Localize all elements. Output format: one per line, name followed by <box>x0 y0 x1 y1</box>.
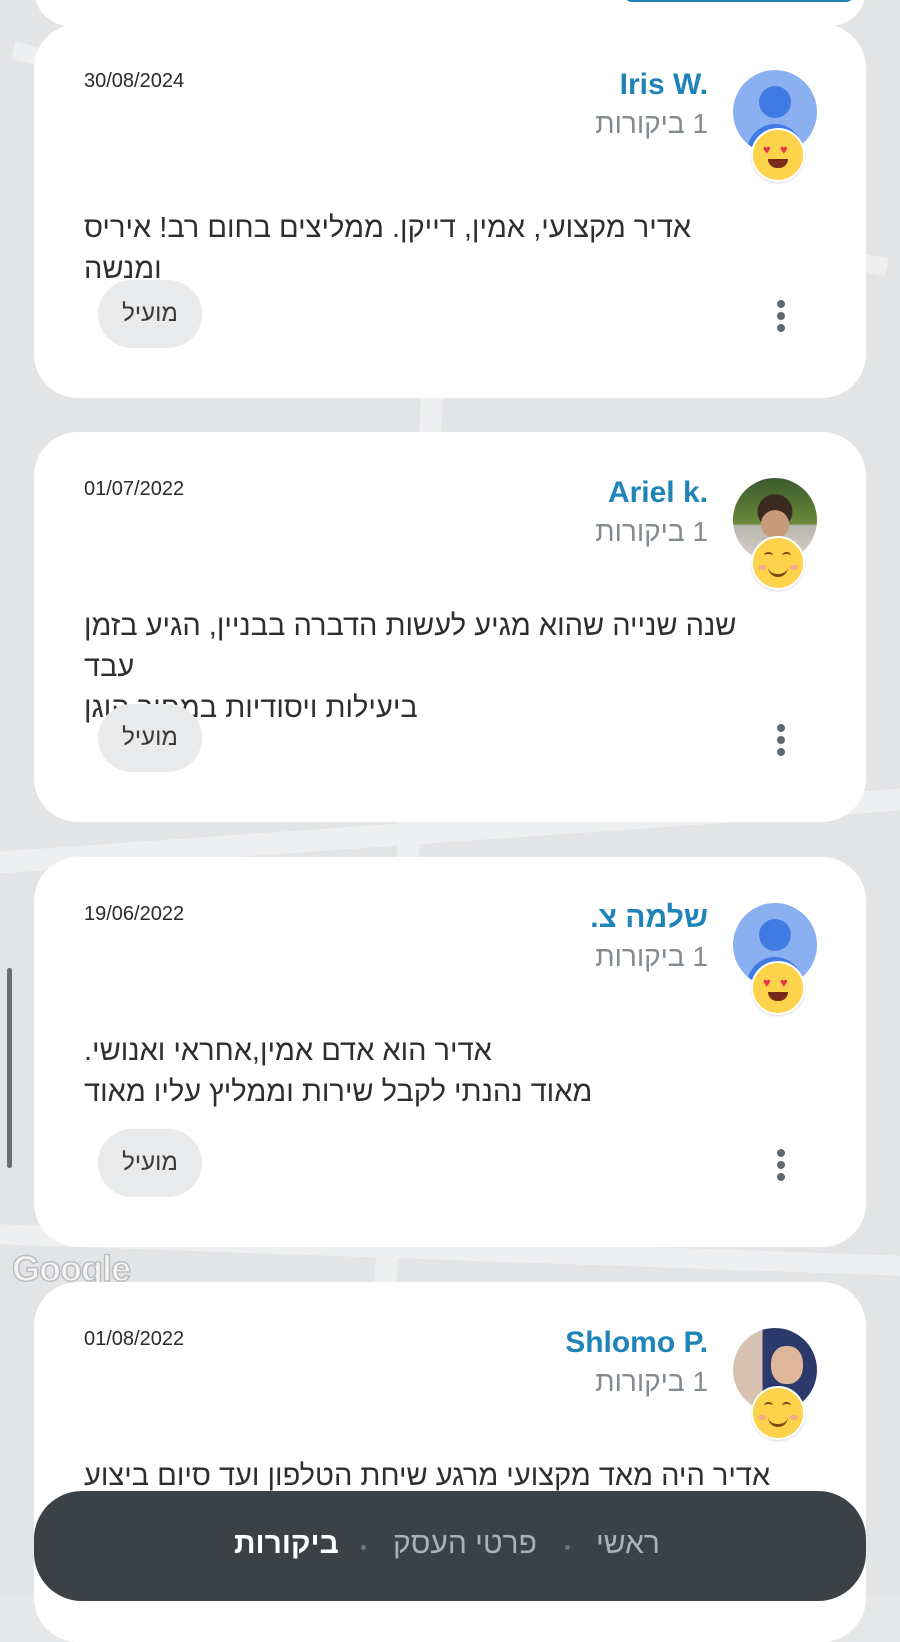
previous-card-edge <box>34 0 866 26</box>
review-text: אדיר הוא אדם אמין,אחראי ואנושי. מאוד נהנ… <box>84 1031 774 1113</box>
review-text-line: מאוד נהנתי לקבל שירות וממליץ עליו מאוד <box>84 1076 593 1108</box>
review-card: 01/07/2022 Ariel k. 1 ביקורות שנה שנייה … <box>34 432 866 822</box>
review-count: 1 ביקורות <box>595 108 708 139</box>
nav-reviews-tab[interactable]: ביקורות <box>234 1527 339 1561</box>
heart-eyes-emoji-icon: ♥ ♥ <box>751 128 805 182</box>
review-text-line: שנה שנייה שהוא מגיע לעשות הדברה בבניין, … <box>84 610 737 683</box>
reviewer-name[interactable]: שלמה צ. <box>590 901 708 935</box>
review-text-line: אדיר מקצועי, אמין, דייקן. ממליצים בחום ר… <box>84 212 692 285</box>
more-options-icon[interactable] <box>769 296 793 336</box>
reviewer-name[interactable]: Iris W. <box>620 68 708 102</box>
bottom-navigation: ביקורות פרטי העסק ראשי <box>34 1491 866 1601</box>
review-text-line: אדיר הוא אדם אמין,אחראי ואנושי. <box>84 1035 492 1067</box>
review-count: 1 ביקורות <box>595 1366 708 1397</box>
review-count: 1 ביקורות <box>595 516 708 547</box>
nav-separator <box>361 1545 366 1550</box>
review-date: 01/08/2022 <box>84 1328 185 1350</box>
helpful-button[interactable]: מועיל <box>98 1129 202 1197</box>
helpful-button[interactable]: מועיל <box>98 280 202 348</box>
review-date: 19/06/2022 <box>84 903 185 925</box>
heart-eyes-emoji-icon: ♥ ♥ <box>751 961 805 1015</box>
nav-home-tab[interactable]: ראשי <box>596 1527 660 1561</box>
reviewer-name[interactable]: Ariel k. <box>608 476 708 510</box>
review-count: 1 ביקורות <box>595 941 708 972</box>
review-card: 30/08/2024 Iris W. 1 ביקורות ♥ ♥ אדיר מקצ… <box>34 24 866 398</box>
smiling-emoji-icon <box>751 1386 805 1440</box>
review-text: אדיר מקצועי, אמין, דייקן. ממליצים בחום ר… <box>84 208 774 290</box>
reviewer-name[interactable]: Shlomo P. <box>565 1326 708 1360</box>
nav-separator <box>565 1545 570 1550</box>
review-card: 19/06/2022 שלמה צ. 1 ביקורות ♥ ♥ אדיר הוא… <box>34 857 866 1247</box>
helpful-button[interactable]: מועיל <box>98 704 202 772</box>
review-date: 30/08/2024 <box>84 70 185 92</box>
scroll-indicator[interactable] <box>7 968 12 1168</box>
nav-business-details-tab[interactable]: פרטי העסק <box>393 1527 537 1561</box>
more-options-icon[interactable] <box>769 720 793 760</box>
review-date: 01/07/2022 <box>84 478 185 500</box>
more-options-icon[interactable] <box>769 1145 793 1185</box>
smiling-emoji-icon <box>751 536 805 590</box>
